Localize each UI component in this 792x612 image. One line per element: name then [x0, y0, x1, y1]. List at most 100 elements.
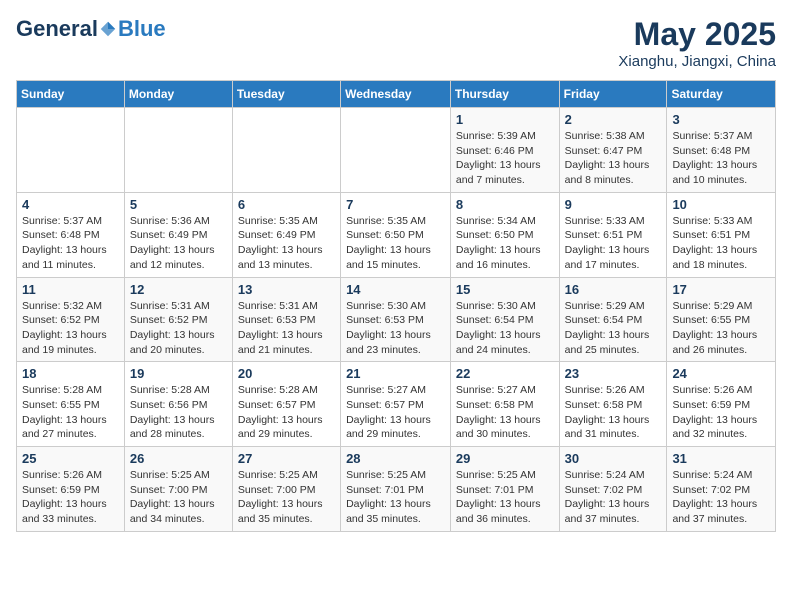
- day-detail: Sunrise: 5:35 AM Sunset: 6:49 PM Dayligh…: [238, 215, 323, 271]
- day-detail: Sunrise: 5:35 AM Sunset: 6:50 PM Dayligh…: [346, 215, 431, 271]
- day-detail: Sunrise: 5:29 AM Sunset: 6:55 PM Dayligh…: [672, 300, 757, 356]
- calendar-cell: 30 Sunrise: 5:24 AM Sunset: 7:02 PM Dayli…: [559, 447, 667, 532]
- day-detail: Sunrise: 5:27 AM Sunset: 6:57 PM Dayligh…: [346, 384, 431, 440]
- calendar-cell: 31Sunrise: 5:24 AM Sunset: 7:02 PM Dayli…: [667, 447, 776, 532]
- calendar-table: SundayMondayTuesdayWednesdayThursdayFrid…: [16, 80, 776, 532]
- day-number: 7: [346, 197, 445, 212]
- day-detail: Sunrise: 5:34 AM Sunset: 6:50 PM Dayligh…: [456, 215, 541, 271]
- day-number: 20: [238, 366, 335, 381]
- calendar-cell: 11Sunrise: 5:32 AM Sunset: 6:52 PM Dayli…: [17, 277, 125, 362]
- calendar-cell: 28Sunrise: 5:25 AM Sunset: 7:01 PM Dayli…: [341, 447, 451, 532]
- calendar-cell: 16Sunrise: 5:29 AM Sunset: 6:54 PM Dayli…: [559, 277, 667, 362]
- day-header-friday: Friday: [559, 81, 667, 108]
- day-detail: Sunrise: 5:25 AM Sunset: 7:00 PM Dayligh…: [130, 469, 215, 525]
- day-detail: Sunrise: 5:26 AM Sunset: 6:59 PM Dayligh…: [672, 384, 757, 440]
- day-number: 4: [22, 197, 119, 212]
- calendar-cell: [232, 108, 340, 193]
- calendar-week-row: 11Sunrise: 5:32 AM Sunset: 6:52 PM Dayli…: [17, 277, 776, 362]
- calendar-cell: 3Sunrise: 5:37 AM Sunset: 6:48 PM Daylig…: [667, 108, 776, 193]
- logo-general: General: [16, 16, 98, 42]
- day-detail: Sunrise: 5:26 AM Sunset: 6:59 PM Dayligh…: [22, 469, 107, 525]
- logo-blue: Blue: [118, 16, 166, 42]
- calendar-cell: 29Sunrise: 5:25 AM Sunset: 7:01 PM Dayli…: [450, 447, 559, 532]
- day-detail: Sunrise: 5:33 AM Sunset: 6:51 PM Dayligh…: [565, 215, 650, 271]
- day-detail: Sunrise: 5:38 AM Sunset: 6:47 PM Dayligh…: [565, 130, 650, 186]
- calendar-cell: 19 Sunrise: 5:28 AM Sunset: 6:56 PM Dayli…: [124, 362, 232, 447]
- day-number: 15: [456, 282, 554, 297]
- day-number: 5: [130, 197, 227, 212]
- day-detail: Sunrise: 5:30 AM Sunset: 6:54 PM Dayligh…: [456, 300, 541, 356]
- page-header: General Blue May 2025 Xianghu, Jiangxi, …: [16, 16, 776, 70]
- calendar-cell: [341, 108, 451, 193]
- calendar-cell: 15 Sunrise: 5:30 AM Sunset: 6:54 PM Dayli…: [450, 277, 559, 362]
- calendar-cell: 9Sunrise: 5:33 AM Sunset: 6:51 PM Daylig…: [559, 192, 667, 277]
- day-number: 13: [238, 282, 335, 297]
- day-detail: Sunrise: 5:28 AM Sunset: 6:57 PM Dayligh…: [238, 384, 323, 440]
- day-number: 28: [346, 451, 445, 466]
- day-detail: Sunrise: 5:24 AM Sunset: 7:02 PM Dayligh…: [565, 469, 650, 525]
- day-header-wednesday: Wednesday: [341, 81, 451, 108]
- calendar-cell: 4 Sunrise: 5:37 AM Sunset: 6:48 PM Daylig…: [17, 192, 125, 277]
- day-detail: Sunrise: 5:33 AM Sunset: 6:51 PM Dayligh…: [672, 215, 757, 271]
- day-detail: Sunrise: 5:28 AM Sunset: 6:55 PM Dayligh…: [22, 384, 107, 440]
- title-area: May 2025 Xianghu, Jiangxi, China: [618, 16, 776, 70]
- calendar-week-row: 25 Sunrise: 5:26 AM Sunset: 6:59 PM Dayli…: [17, 447, 776, 532]
- calendar-cell: 13 Sunrise: 5:31 AM Sunset: 6:53 PM Dayli…: [232, 277, 340, 362]
- day-number: 30: [565, 451, 662, 466]
- day-number: 12: [130, 282, 227, 297]
- day-header-saturday: Saturday: [667, 81, 776, 108]
- calendar-cell: 1Sunrise: 5:39 AM Sunset: 6:46 PM Daylig…: [450, 108, 559, 193]
- day-header-monday: Monday: [124, 81, 232, 108]
- calendar-header-row: SundayMondayTuesdayWednesdayThursdayFrid…: [17, 81, 776, 108]
- calendar-cell: 21 Sunrise: 5:27 AM Sunset: 6:57 PM Dayli…: [341, 362, 451, 447]
- day-detail: Sunrise: 5:27 AM Sunset: 6:58 PM Dayligh…: [456, 384, 541, 440]
- day-number: 21: [346, 366, 445, 381]
- day-number: 17: [672, 282, 770, 297]
- day-detail: Sunrise: 5:29 AM Sunset: 6:54 PM Dayligh…: [565, 300, 650, 356]
- day-number: 24: [672, 366, 770, 381]
- day-number: 1: [456, 112, 554, 127]
- day-number: 19: [130, 366, 227, 381]
- day-number: 25: [22, 451, 119, 466]
- calendar-cell: 18 Sunrise: 5:28 AM Sunset: 6:55 PM Dayli…: [17, 362, 125, 447]
- day-number: 29: [456, 451, 554, 466]
- calendar-cell: 2 Sunrise: 5:38 AM Sunset: 6:47 PM Daylig…: [559, 108, 667, 193]
- calendar-cell: 10Sunrise: 5:33 AM Sunset: 6:51 PM Dayli…: [667, 192, 776, 277]
- day-number: 3: [672, 112, 770, 127]
- day-number: 18: [22, 366, 119, 381]
- day-detail: Sunrise: 5:30 AM Sunset: 6:53 PM Dayligh…: [346, 300, 431, 356]
- day-number: 6: [238, 197, 335, 212]
- calendar-cell: 20 Sunrise: 5:28 AM Sunset: 6:57 PM Dayli…: [232, 362, 340, 447]
- day-number: 14: [346, 282, 445, 297]
- calendar-cell: 6 Sunrise: 5:35 AM Sunset: 6:49 PM Daylig…: [232, 192, 340, 277]
- day-header-sunday: Sunday: [17, 81, 125, 108]
- day-detail: Sunrise: 5:36 AM Sunset: 6:49 PM Dayligh…: [130, 215, 215, 271]
- calendar-cell: 14 Sunrise: 5:30 AM Sunset: 6:53 PM Dayli…: [341, 277, 451, 362]
- calendar-cell: 17 Sunrise: 5:29 AM Sunset: 6:55 PM Dayli…: [667, 277, 776, 362]
- logo: General Blue: [16, 16, 166, 42]
- calendar-cell: [124, 108, 232, 193]
- calendar-cell: 23 Sunrise: 5:26 AM Sunset: 6:58 PM Dayli…: [559, 362, 667, 447]
- calendar-cell: [17, 108, 125, 193]
- day-detail: Sunrise: 5:28 AM Sunset: 6:56 PM Dayligh…: [130, 384, 215, 440]
- day-number: 23: [565, 366, 662, 381]
- day-detail: Sunrise: 5:24 AM Sunset: 7:02 PM Dayligh…: [672, 469, 757, 525]
- day-number: 26: [130, 451, 227, 466]
- logo-icon: [99, 20, 117, 38]
- calendar-cell: 26 Sunrise: 5:25 AM Sunset: 7:00 PM Dayli…: [124, 447, 232, 532]
- calendar-week-row: 4 Sunrise: 5:37 AM Sunset: 6:48 PM Daylig…: [17, 192, 776, 277]
- day-detail: Sunrise: 5:31 AM Sunset: 6:53 PM Dayligh…: [238, 300, 323, 356]
- day-header-thursday: Thursday: [450, 81, 559, 108]
- calendar-week-row: 18 Sunrise: 5:28 AM Sunset: 6:55 PM Dayli…: [17, 362, 776, 447]
- calendar-cell: 8Sunrise: 5:34 AM Sunset: 6:50 PM Daylig…: [450, 192, 559, 277]
- day-number: 2: [565, 112, 662, 127]
- day-detail: Sunrise: 5:26 AM Sunset: 6:58 PM Dayligh…: [565, 384, 650, 440]
- calendar-week-row: 1Sunrise: 5:39 AM Sunset: 6:46 PM Daylig…: [17, 108, 776, 193]
- calendar-cell: 7 Sunrise: 5:35 AM Sunset: 6:50 PM Daylig…: [341, 192, 451, 277]
- calendar-cell: 24 Sunrise: 5:26 AM Sunset: 6:59 PM Dayli…: [667, 362, 776, 447]
- calendar-cell: 12Sunrise: 5:31 AM Sunset: 6:52 PM Dayli…: [124, 277, 232, 362]
- calendar-cell: 5 Sunrise: 5:36 AM Sunset: 6:49 PM Daylig…: [124, 192, 232, 277]
- day-number: 22: [456, 366, 554, 381]
- day-detail: Sunrise: 5:32 AM Sunset: 6:52 PM Dayligh…: [22, 300, 107, 356]
- day-detail: Sunrise: 5:37 AM Sunset: 6:48 PM Dayligh…: [22, 215, 107, 271]
